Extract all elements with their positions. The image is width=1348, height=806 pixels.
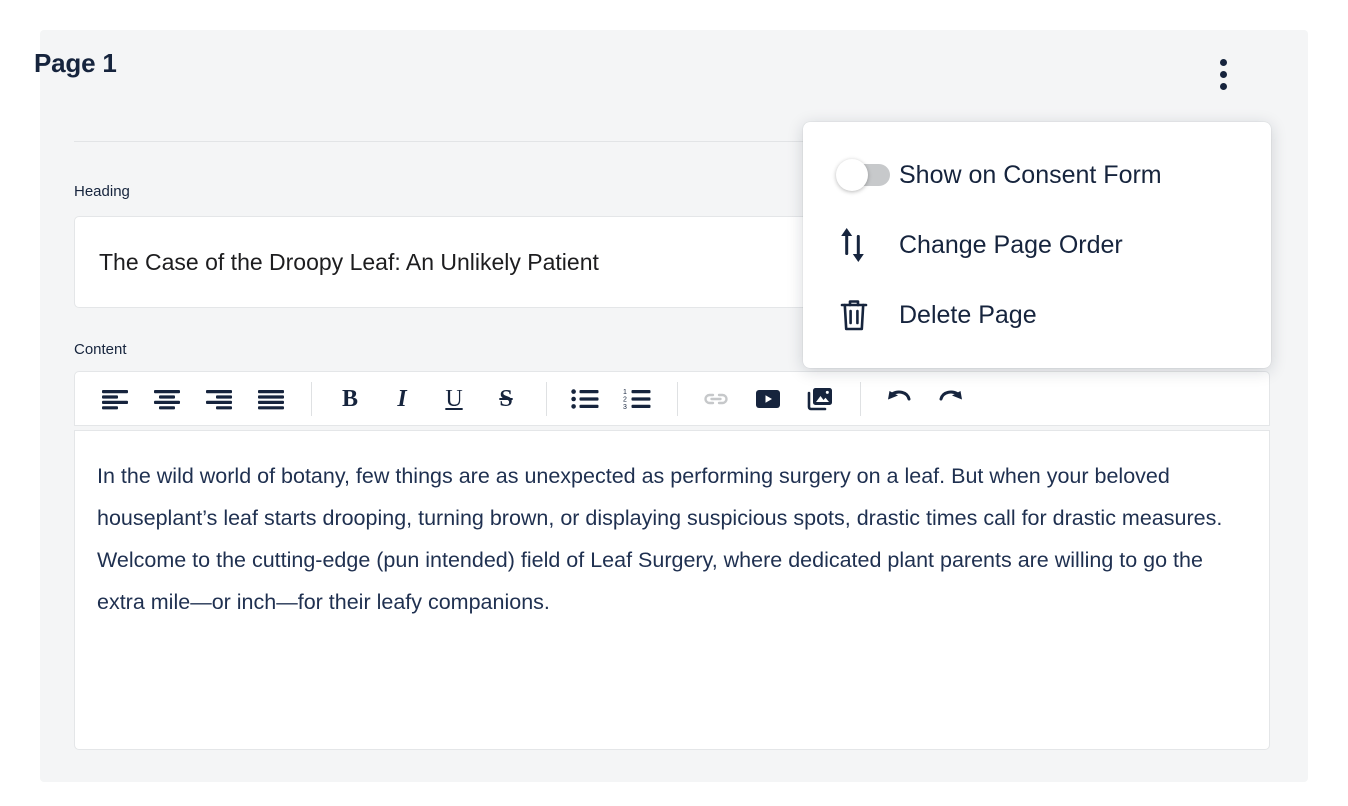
align-left-icon[interactable] [93, 378, 137, 420]
menu-item-label-show-on-consent-form: Show on Consent Form [899, 160, 1162, 189]
content-paragraph: In the wild world of botany, few things … [97, 464, 1223, 614]
image-icon[interactable] [798, 378, 842, 420]
toggle-switch-icon[interactable] [836, 159, 899, 191]
trash-icon [837, 296, 899, 334]
svg-text:3: 3 [623, 404, 627, 410]
svg-text:2: 2 [623, 396, 627, 403]
page-title: Page 1 [34, 48, 117, 78]
underline-icon[interactable]: U [432, 378, 476, 420]
italic-icon[interactable]: I [380, 378, 424, 420]
toggle-knob [836, 159, 868, 191]
kebab-dot-1 [1219, 58, 1227, 66]
undo-icon[interactable] [877, 378, 921, 420]
menu-item-show-on-consent-form[interactable]: Show on Consent Form [803, 140, 1271, 210]
toolbar-separator-1 [311, 381, 312, 416]
change-order-icon [837, 225, 899, 265]
menu-item-label-change-page-order: Change Page Order [899, 230, 1123, 259]
page-header: Page 1 [34, 40, 1234, 100]
italic-glyph: I [397, 385, 407, 412]
show-on-consent-form-toggle[interactable] [836, 159, 890, 191]
menu-item-change-page-order[interactable]: Change Page Order [803, 210, 1271, 280]
content-editor[interactable]: In the wild world of botany, few things … [74, 430, 1270, 750]
kebab-menu-icon[interactable] [1206, 52, 1240, 96]
bulleted-list-icon[interactable] [563, 378, 607, 420]
menu-item-label-delete-page: Delete Page [899, 300, 1037, 329]
editor-toolbar: B I U S 1 2 3 [74, 371, 1270, 426]
align-justify-icon[interactable] [249, 378, 293, 420]
app-root: Page 1 Heading The Case of the Droopy Le… [0, 0, 1348, 806]
underline-glyph: U [445, 385, 463, 412]
link-icon[interactable] [694, 378, 738, 420]
video-icon[interactable] [746, 378, 790, 420]
kebab-dot-2 [1219, 70, 1227, 78]
kebab-dot-3 [1219, 82, 1227, 90]
heading-field-label: Heading [74, 183, 130, 200]
toolbar-separator-4 [860, 381, 861, 416]
page-options-dropdown: Show on Consent Form Change Page Order D… [803, 122, 1271, 368]
content-field-label: Content [74, 341, 127, 358]
toolbar-separator-3 [677, 381, 678, 416]
strikethrough-glyph: S [499, 385, 513, 412]
bold-icon[interactable]: B [328, 378, 372, 420]
numbered-list-icon[interactable]: 1 2 3 [615, 378, 659, 420]
svg-text:1: 1 [623, 389, 627, 396]
bold-glyph: B [341, 385, 358, 412]
align-right-icon[interactable] [197, 378, 241, 420]
menu-item-delete-page[interactable]: Delete Page [803, 280, 1271, 350]
align-center-icon[interactable] [145, 378, 189, 420]
strikethrough-icon[interactable]: S [484, 378, 528, 420]
redo-icon[interactable] [929, 378, 973, 420]
toolbar-separator-2 [546, 381, 547, 416]
